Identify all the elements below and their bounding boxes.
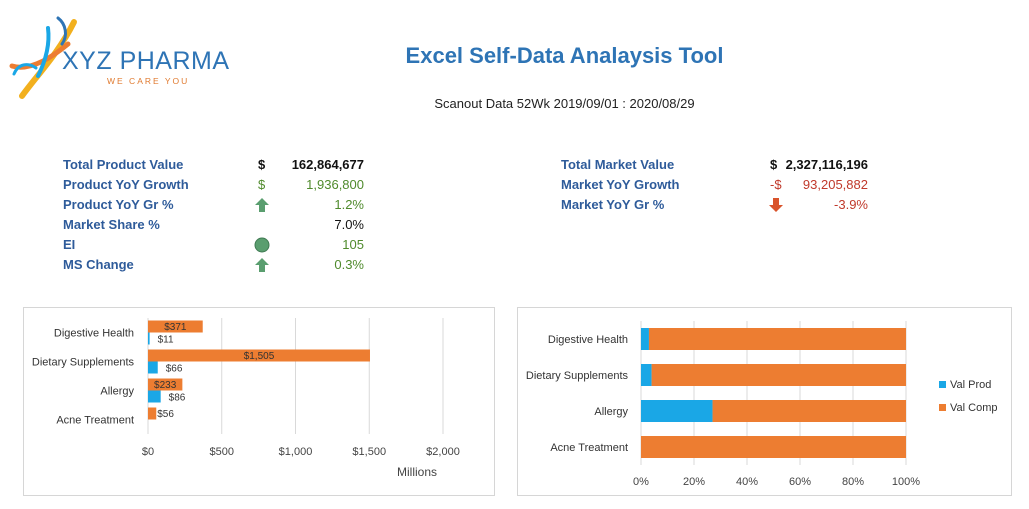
bar-label: $11	[158, 335, 174, 346]
kpi-value: 7.0%	[334, 217, 364, 232]
kpi-label: Product YoY Gr %	[63, 197, 174, 212]
legend-label: Val Comp	[950, 402, 997, 414]
stacked-bar-segment	[641, 400, 713, 422]
category-label: Allergy	[594, 406, 628, 418]
category-label: Digestive Health	[54, 328, 134, 340]
bar-label: $86	[169, 393, 186, 404]
x-tick-label: 20%	[683, 476, 705, 488]
bar-label: $66	[166, 364, 183, 375]
x-tick-label: $1,000	[279, 446, 313, 458]
kpi-label: Total Product Value	[63, 157, 184, 172]
category-label: Digestive Health	[548, 334, 628, 346]
bar-blue	[148, 390, 161, 403]
kpi-label: MS Change	[63, 257, 134, 272]
legend-swatch	[939, 404, 946, 411]
x-tick-label: 80%	[842, 476, 864, 488]
kpi-label: Market Share %	[63, 217, 160, 232]
stacked-bar-segment	[712, 400, 906, 422]
stacked-bar-segment	[641, 328, 649, 350]
x-tick-label: $500	[210, 446, 234, 458]
kpi-label: Market YoY Growth	[561, 177, 680, 192]
x-tick-label: $1,500	[352, 446, 386, 458]
kpi-value: 162,864,677	[291, 157, 364, 172]
page-title: Excel Self-Data Analaysis Tool	[405, 43, 724, 68]
kpi-value: -3.9%	[834, 197, 868, 212]
legend-label: Val Prod	[950, 379, 991, 391]
chart-share-by-category-svg: 0% 20% 40% 60% 80% 100% Digestive Health Dietar…	[526, 321, 997, 488]
bar-orange	[148, 407, 157, 420]
category-label: Acne Treatment	[550, 442, 628, 454]
category-label: Allergy	[100, 386, 134, 398]
kpi-label: EI	[63, 237, 76, 252]
kpi-value: 2,327,116,196	[785, 157, 868, 172]
x-axis-title: Millions	[397, 465, 437, 479]
kpi-label: Total Market Value	[561, 157, 675, 172]
x-tick-label: 100%	[892, 476, 920, 488]
bar-label: $371	[164, 322, 187, 333]
bar-blue	[148, 361, 158, 374]
bar-label: $1,505	[244, 351, 275, 362]
stacked-bar-segment	[641, 364, 652, 386]
chart-value-by-category: $0 $500 $1,000 $1,500 $2,000 Millions Digestiv…	[23, 307, 495, 496]
kpi-value: 1,936,800	[306, 177, 364, 192]
x-tick-label: $0	[142, 446, 154, 458]
bar-blue	[148, 332, 150, 345]
x-tick-label: 40%	[736, 476, 758, 488]
kpi-value: 105	[342, 237, 364, 252]
stacked-bar-segment	[651, 364, 906, 386]
stacked-bar-segment	[641, 436, 906, 458]
chart-value-by-category-svg: $0 $500 $1,000 $1,500 $2,000 Millions Digestiv…	[32, 318, 460, 479]
kpi-value: 93,205,882	[802, 177, 868, 192]
x-tick-label: $2,000	[426, 446, 460, 458]
page-subtitle: Scanout Data 52Wk 2019/09/01 : 2020/08/2…	[434, 96, 695, 111]
category-label: Acne Treatment	[56, 415, 134, 427]
x-tick-label: 60%	[789, 476, 811, 488]
bar-label: $233	[154, 380, 177, 391]
kpi-value: 0.3%	[334, 257, 364, 272]
legend-swatch	[939, 381, 946, 388]
kpi-value: 1.2%	[334, 197, 364, 212]
kpi-label: Market YoY Gr %	[561, 197, 665, 212]
category-label: Dietary Supplements	[32, 357, 135, 369]
x-tick-label: 0%	[633, 476, 649, 488]
kpi-label: Product YoY Growth	[63, 177, 189, 192]
chart-share-by-category: 0% 20% 40% 60% 80% 100% Digestive Health Dietar…	[517, 307, 1012, 496]
stacked-bar-segment	[648, 328, 906, 350]
logo-tagline: WE CARE YOU	[107, 76, 190, 86]
bar-label: $56	[157, 409, 174, 420]
category-label: Dietary Supplements	[526, 370, 629, 382]
